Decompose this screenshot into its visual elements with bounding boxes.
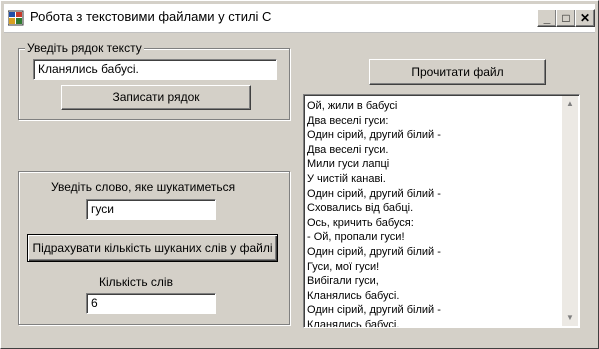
write-line-legend: Уведіть рядок тексту — [25, 41, 144, 55]
scroll-down-icon[interactable]: ▼ — [562, 310, 578, 326]
memo-line: Вибігали гуси, — [307, 275, 379, 288]
title-bar[interactable]: Робота з текстовими файлами у стилі С _ … — [4, 4, 595, 33]
count-words-button[interactable]: Підрахувати кількість шуканих слів у фай… — [27, 234, 278, 262]
window-title: Робота з текстовими файлами у стилі С — [30, 9, 272, 24]
memo-line: Один сірий, другий білий - — [307, 129, 441, 142]
memo-line: Ой, жили в бабусі — [307, 100, 398, 112]
memo-line: Один сірий, другий білий - — [307, 245, 441, 258]
maximize-button[interactable]: □ — [556, 9, 576, 27]
memo-line: Сховались від бабці. — [307, 202, 414, 215]
minimize-button[interactable]: _ — [537, 9, 557, 27]
read-file-button[interactable]: Прочитати файл — [369, 59, 546, 85]
app-window: Робота з текстовими файлами у стилі С _ … — [0, 0, 599, 349]
scroll-up-icon[interactable]: ▲ — [562, 96, 578, 112]
memo-line: Один сірий, другий білий - — [307, 304, 441, 317]
memo-line: Гуси, мої гуси! — [307, 260, 380, 273]
memo-line: - Ой, пропали гуси! — [307, 231, 405, 244]
memo-line: Кланялись бабусі. — [307, 318, 400, 328]
vertical-scrollbar[interactable]: ▲ ▼ — [562, 96, 578, 326]
app-icon — [8, 10, 24, 26]
memo-line: Кланялись бабусі. — [307, 289, 400, 302]
memo-line: Два веселі гуси: — [307, 114, 389, 127]
memo-line: У чистій канаві. — [307, 172, 386, 185]
memo-line: Ось, кричить бабуся: — [307, 216, 414, 229]
word-count-label: Кількість слів — [99, 275, 173, 289]
memo-line: Один сірий, другий білий - — [307, 187, 441, 200]
search-word-input[interactable]: гуси — [86, 199, 216, 220]
write-line-button[interactable]: Записати рядок — [61, 85, 251, 110]
memo-line: Мили гуси лапці — [307, 158, 390, 171]
memo-line: Два веселі гуси. — [307, 143, 389, 156]
file-content-memo[interactable]: Ой, жили в бабусі Два веселі гуси: Один сі… — [303, 94, 580, 328]
memo-text: Ой, жили в бабусі Два веселі гуси: Один сі… — [307, 99, 441, 328]
word-count-output: 6 — [86, 293, 216, 314]
text-line-input[interactable]: Кланялись бабусі. — [33, 59, 277, 80]
search-prompt-label: Уведіть слово, яке шукатиметься — [51, 180, 236, 194]
close-button[interactable]: ✕ — [575, 9, 595, 27]
